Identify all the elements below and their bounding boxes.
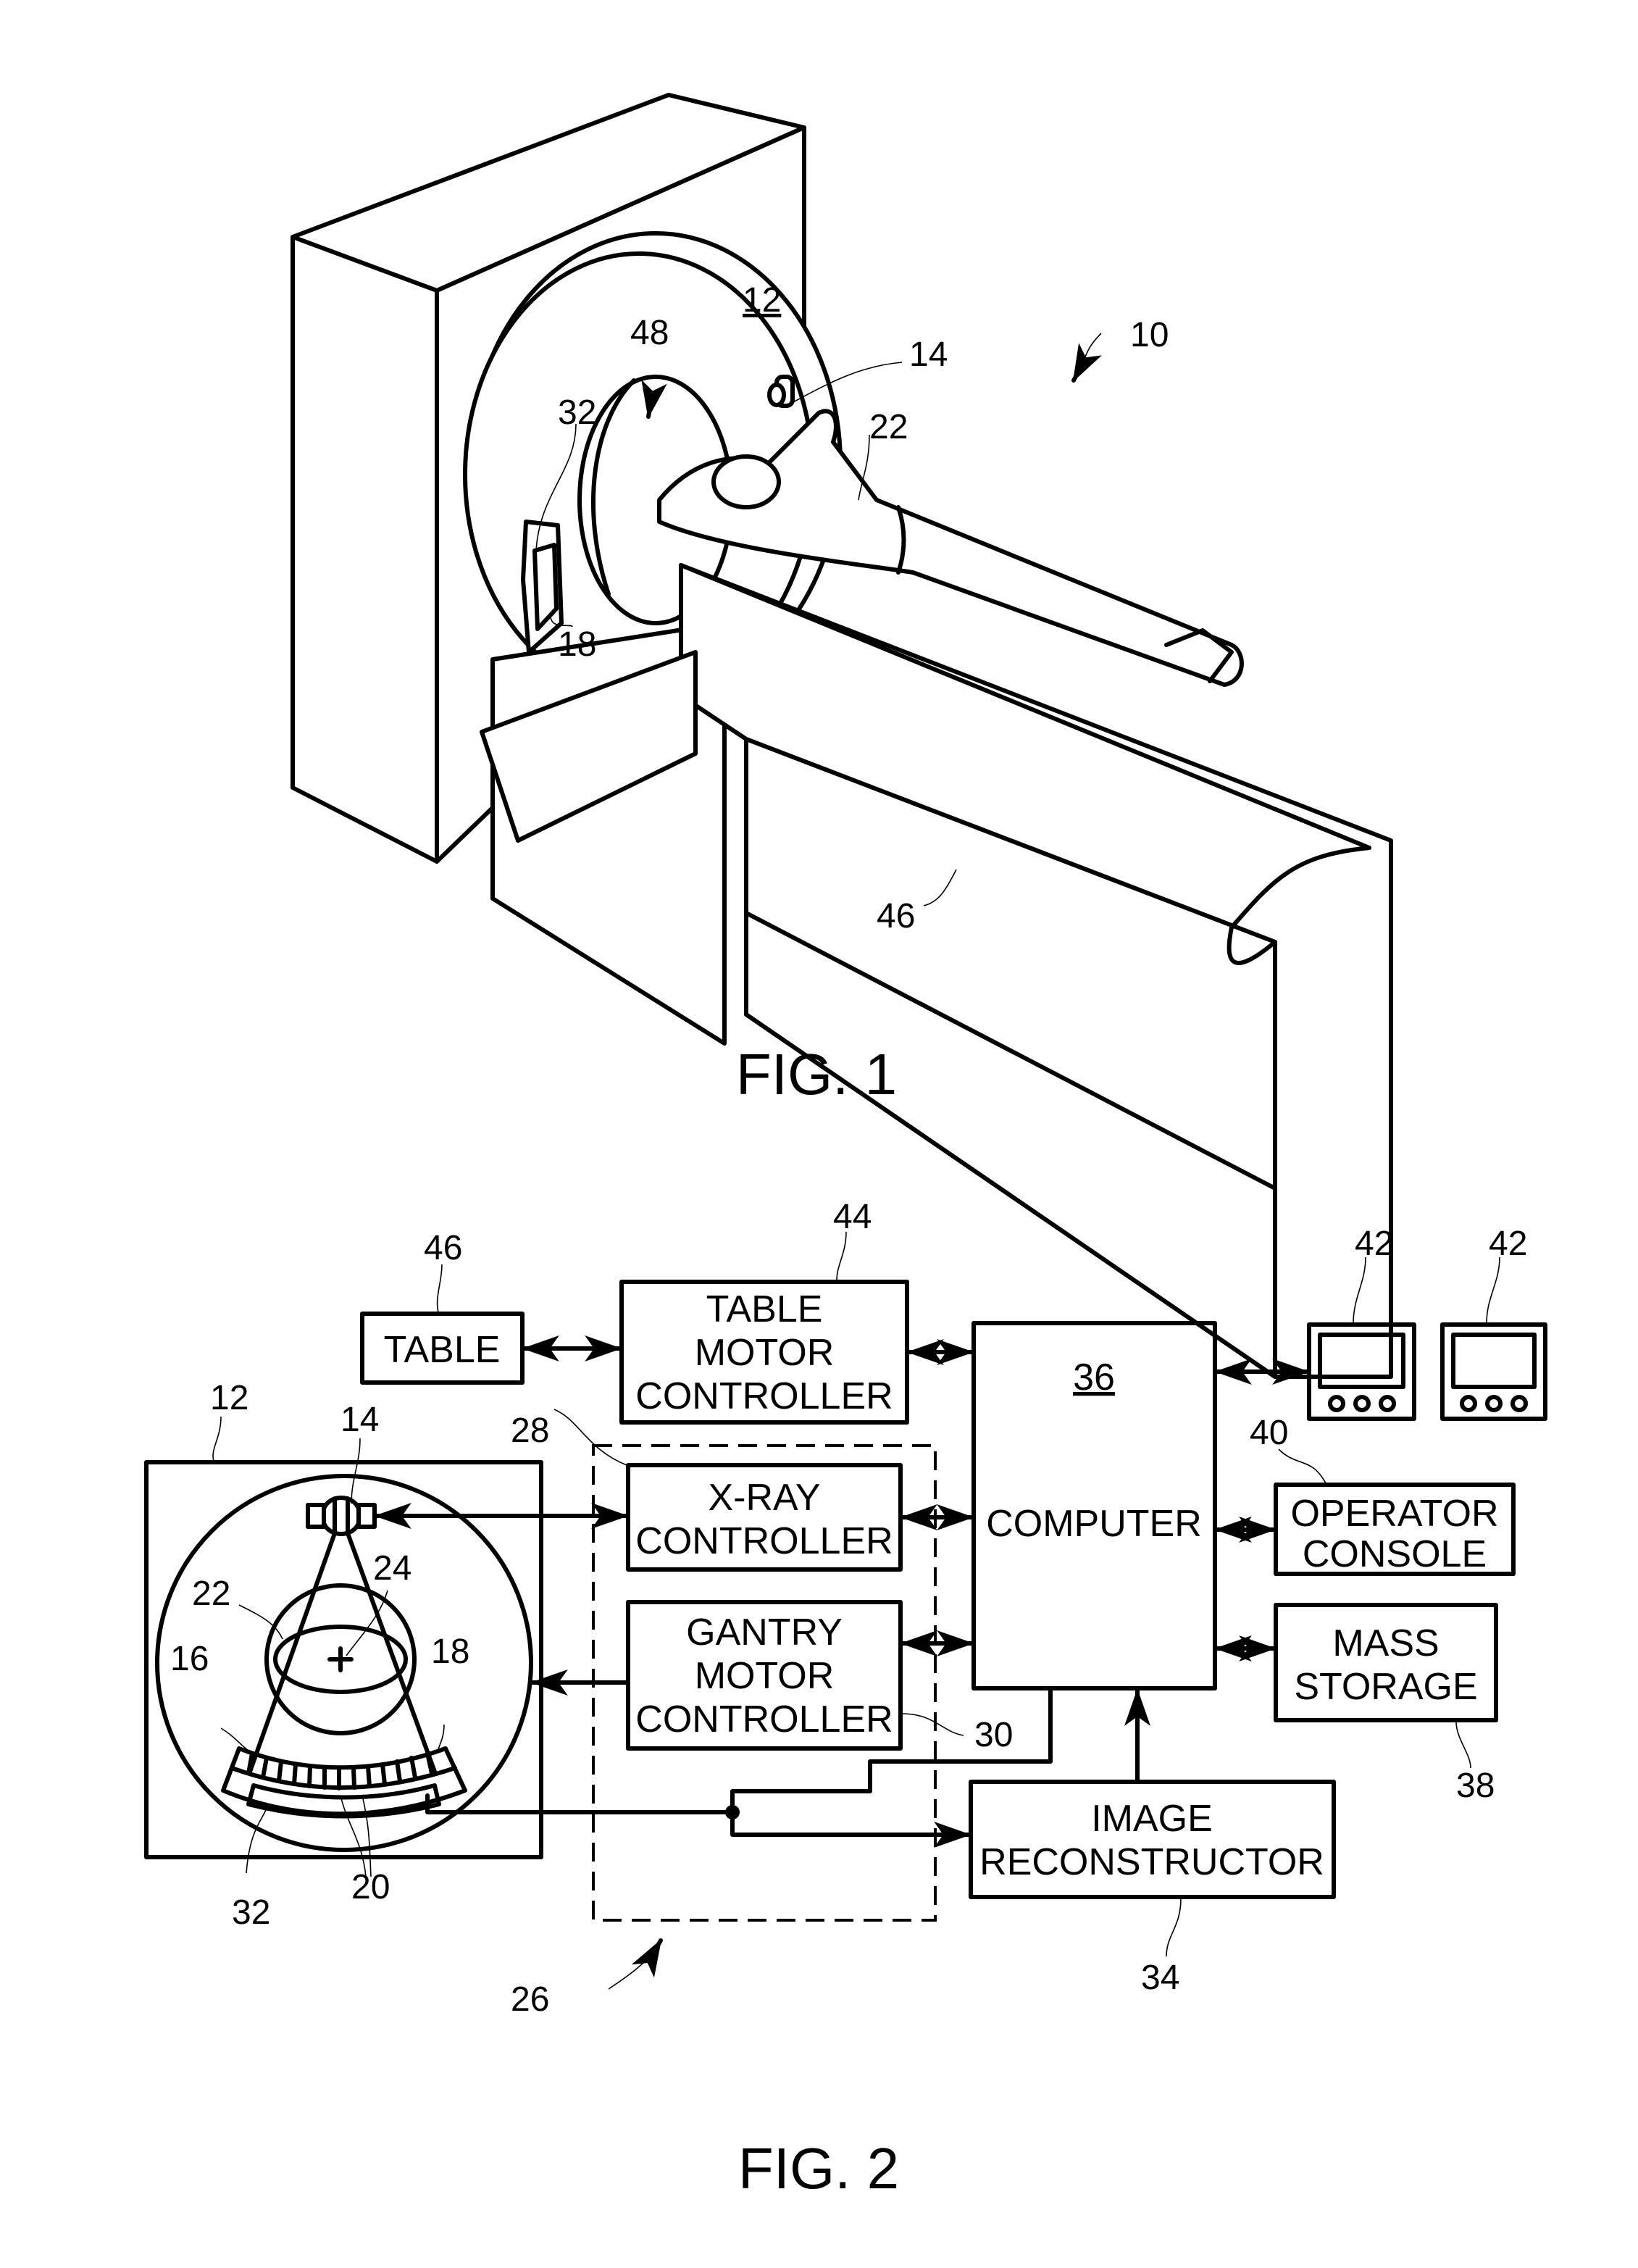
svg-text:CONSOLE: CONSOLE	[1303, 1533, 1487, 1575]
ref-42-b: 42	[1489, 1225, 1527, 1263]
fig2-caption: FIG. 2	[738, 2136, 899, 2201]
svg-text:GANTRY: GANTRY	[686, 1612, 843, 1654]
xray-source-icon	[306, 1496, 377, 1536]
block-table-motor-controller[interactable]: TABLE MOTOR CONTROLLER	[619, 1280, 909, 1425]
svg-text:MOTOR: MOTOR	[695, 1332, 835, 1374]
block-table[interactable]: TABLE	[360, 1312, 525, 1385]
xray-beam-left	[248, 1531, 337, 1774]
svg-text:TABLE: TABLE	[384, 1329, 501, 1371]
fig1-ct-system-perspective: 12 48 14 10 32 22 18 46 FIG. 1	[291, 93, 1393, 1379]
svg-text:MASS: MASS	[1332, 1622, 1439, 1664]
block-operator-console[interactable]: OPERATOR CONSOLE	[1274, 1483, 1516, 1576]
ref-28: 28	[511, 1412, 549, 1450]
ref-10: 10	[1130, 316, 1169, 354]
block-mass-storage[interactable]: MASS STORAGE	[1274, 1603, 1498, 1722]
ref-32: 32	[558, 393, 596, 432]
svg-text:CONTROLLER: CONTROLLER	[635, 1375, 893, 1417]
svg-text:STORAGE: STORAGE	[1294, 1666, 1477, 1708]
svg-text:IMAGE: IMAGE	[1091, 1798, 1213, 1840]
ref-46: 46	[424, 1229, 462, 1267]
block-computer[interactable]: 36 COMPUTER	[971, 1321, 1217, 1690]
patent-drawing-sheet: 12 48 14 10 32 22 18 46 FIG. 1 TABLE TAB…	[144, 93, 1547, 2201]
leader-10	[1079, 333, 1102, 370]
ref-38: 38	[1456, 1767, 1495, 1805]
svg-text:RECONSTRUCTOR: RECONSTRUCTOR	[979, 1841, 1324, 1883]
block-xray-controller[interactable]: X-RAY CONTROLLER	[626, 1463, 903, 1572]
ref-46: 46	[877, 897, 915, 935]
ref-16: 16	[170, 1640, 209, 1678]
ref-32: 32	[232, 1893, 270, 1932]
block-image-reconstructor[interactable]: IMAGE RECONSTRUCTOR	[969, 1780, 1336, 1899]
screen-icon	[1451, 1333, 1537, 1389]
svg-text:COMPUTER: COMPUTER	[986, 1503, 1202, 1545]
ref-20: 20	[351, 1868, 390, 1906]
svg-text:OPERATOR: OPERATOR	[1290, 1493, 1498, 1535]
ref-18: 18	[558, 625, 596, 664]
ref-14: 14	[340, 1401, 379, 1439]
ref-12: 12	[743, 281, 781, 320]
ref-24: 24	[373, 1549, 411, 1588]
ref-22: 22	[869, 408, 908, 446]
ref-34: 34	[1141, 1959, 1179, 1997]
patient-table	[480, 563, 1393, 1379]
ref-44: 44	[833, 1198, 872, 1236]
svg-text:X-RAY: X-RAY	[708, 1477, 820, 1519]
ref-48: 48	[630, 314, 669, 352]
ref-42-a: 42	[1355, 1225, 1393, 1263]
svg-text:TABLE: TABLE	[706, 1288, 823, 1330]
ref-40: 40	[1250, 1414, 1288, 1452]
svg-text:CONTROLLER: CONTROLLER	[635, 1520, 893, 1562]
ref-22: 22	[192, 1575, 230, 1613]
ref-18: 18	[431, 1633, 469, 1671]
ref-30: 30	[974, 1716, 1013, 1754]
ref-12: 12	[210, 1379, 248, 1417]
fig1-caption: FIG. 1	[736, 1042, 897, 1106]
ref-36: 36	[1073, 1356, 1115, 1398]
svg-text:CONTROLLER: CONTROLLER	[635, 1698, 893, 1740]
display-monitor-2[interactable]	[1440, 1322, 1547, 1421]
block-gantry-motor-controller[interactable]: GANTRY MOTOR CONTROLLER	[626, 1600, 903, 1751]
ref-26: 26	[511, 1980, 549, 2019]
ref-14: 14	[909, 335, 948, 374]
svg-text:MOTOR: MOTOR	[695, 1655, 835, 1697]
